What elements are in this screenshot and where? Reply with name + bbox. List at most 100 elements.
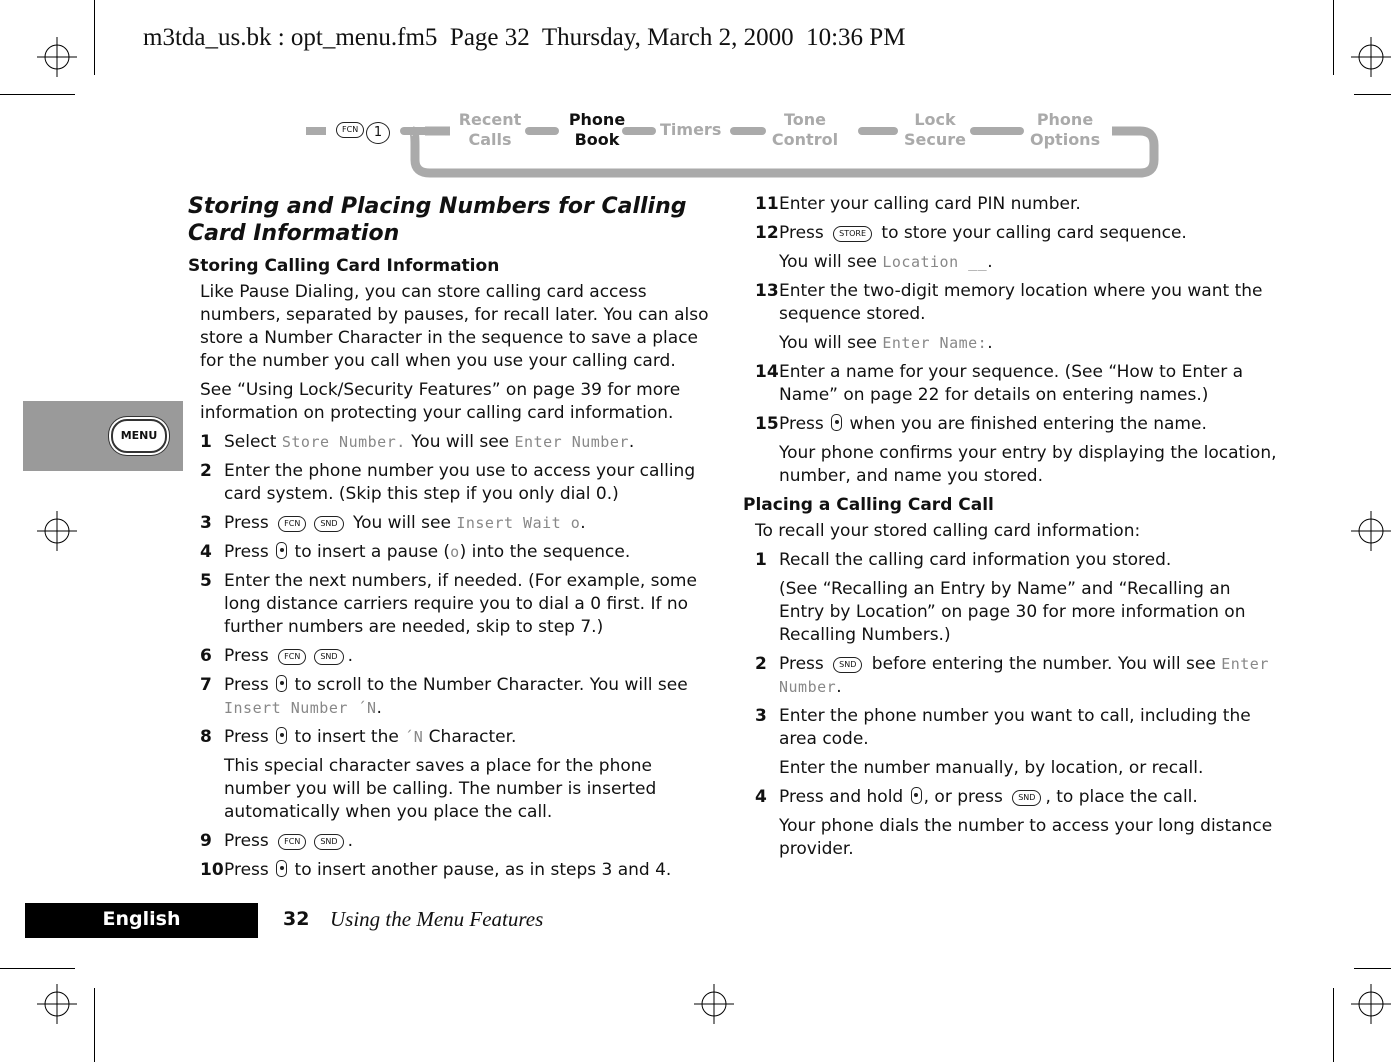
text: Press bbox=[224, 646, 275, 666]
chapter-title: Using the Menu Features bbox=[330, 907, 544, 931]
text: Press and hold bbox=[779, 787, 909, 807]
text: when you are finished entering the name. bbox=[844, 414, 1207, 434]
step-item: 14 Enter a name for your sequence. (See “… bbox=[743, 361, 1278, 407]
snd-key-icon: SND bbox=[314, 834, 344, 850]
step-item: 7 Press to scroll to the Number Character… bbox=[188, 674, 720, 720]
crop-line bbox=[1333, 988, 1334, 1062]
step-number: 14 bbox=[755, 362, 779, 382]
step-item: 4 Press to insert a pause (o) into the se… bbox=[188, 541, 720, 564]
text: to scroll to the Number Character. You w… bbox=[289, 675, 688, 695]
text: to insert another pause, as in steps 3 a… bbox=[289, 860, 672, 880]
text: . bbox=[987, 252, 993, 272]
step-number: 3 bbox=[200, 513, 212, 533]
nav-key-icon bbox=[276, 542, 288, 559]
print-slug: m3tda_us.bk : opt_menu.fm5 Page 32 Thurs… bbox=[143, 24, 906, 51]
step-number: 1 bbox=[200, 432, 212, 452]
registration-mark-icon bbox=[37, 37, 77, 77]
display-text: o bbox=[450, 543, 460, 561]
crop-line bbox=[1333, 0, 1334, 75]
step-item: 2 Press SND before entering the number. Y… bbox=[743, 653, 1278, 699]
step-item: 13 Enter the two-digit memory location wh… bbox=[743, 280, 1278, 326]
intro-paragraph: See “Using Lock/Security Features” on pa… bbox=[200, 380, 681, 423]
nav-key-icon bbox=[276, 860, 288, 877]
step-note: You will see Location __. bbox=[779, 251, 1278, 274]
text: . bbox=[347, 831, 353, 851]
step-number: 5 bbox=[200, 571, 212, 591]
text: Press bbox=[224, 513, 275, 533]
section-heading: Placing a Calling Card Call bbox=[743, 495, 994, 515]
step-number: 12 bbox=[755, 223, 779, 243]
nav-item-recent-calls: Recent Calls bbox=[458, 110, 522, 149]
intro-paragraph: To recall your stored calling card infor… bbox=[755, 521, 1141, 541]
registration-mark-icon bbox=[1351, 511, 1391, 551]
text: Character. bbox=[423, 727, 517, 747]
display-text: Insert Wait o bbox=[456, 514, 581, 532]
section-heading: Storing Calling Card Information bbox=[188, 256, 500, 276]
step-item: 10 Press to insert another pause, as in s… bbox=[188, 859, 720, 882]
display-text: Enter Number bbox=[514, 433, 629, 451]
step-note: (See “Recalling an Entry by Name” and “R… bbox=[779, 579, 1246, 645]
fcn-key-icon: FCN bbox=[336, 122, 365, 138]
text: , or press bbox=[923, 787, 1009, 807]
text: . bbox=[836, 677, 842, 697]
display-text: Enter Name: bbox=[882, 334, 988, 352]
intro-paragraph: Like Pause Dialing, you can store callin… bbox=[200, 282, 709, 371]
text: to insert the bbox=[289, 727, 405, 747]
registration-mark-icon bbox=[1351, 984, 1391, 1024]
step-item: 4 Press and hold , or press SND, to place… bbox=[743, 786, 1278, 809]
nav-item-phone-book: Phone Book bbox=[568, 110, 626, 149]
display-text: Insert Number ´N bbox=[224, 699, 377, 717]
snd-key-icon: SND bbox=[833, 657, 863, 673]
display-text: Location __ bbox=[882, 253, 988, 271]
step-number: 6 bbox=[200, 646, 212, 666]
text: Press bbox=[224, 542, 275, 562]
step-number: 11 bbox=[755, 194, 779, 214]
nav-item-timers: Timers bbox=[660, 120, 722, 139]
text: Press bbox=[224, 675, 275, 695]
step-item: 11 Enter your calling card PIN number. bbox=[743, 193, 1278, 216]
step-number: 10 bbox=[200, 860, 224, 880]
step-number: 7 bbox=[200, 675, 212, 695]
nav-key-icon bbox=[276, 727, 288, 744]
text: Enter a name for your sequence. (See “Ho… bbox=[779, 362, 1244, 405]
menu-key-icon: MENU bbox=[111, 419, 167, 453]
text: You will see bbox=[779, 333, 883, 353]
text: Press bbox=[779, 223, 830, 243]
crop-line bbox=[1354, 94, 1391, 95]
text: Enter the phone number you want to call,… bbox=[779, 706, 1251, 749]
text: Enter your calling card PIN number. bbox=[779, 194, 1081, 214]
text: . bbox=[580, 513, 586, 533]
text: . bbox=[347, 646, 353, 666]
step-item: 3 Press FCN SND You will see Insert Wait o… bbox=[188, 512, 720, 535]
text: You will see bbox=[405, 432, 515, 452]
store-key-icon: STORE bbox=[833, 226, 873, 242]
snd-key-icon: SND bbox=[314, 516, 344, 532]
step-item: 9 Press FCN SND. bbox=[188, 830, 720, 853]
step-number: 4 bbox=[200, 542, 212, 562]
registration-mark-icon bbox=[694, 984, 734, 1024]
right-column: 11 Enter your calling card PIN number. 12 P… bbox=[743, 193, 1278, 867]
crop-line bbox=[0, 94, 75, 95]
text: You will see bbox=[779, 252, 883, 272]
text: Press bbox=[779, 654, 830, 674]
text: . bbox=[376, 698, 382, 718]
page-number: 32 bbox=[283, 908, 310, 930]
step-item: 2 Enter the phone number you use to acces… bbox=[188, 460, 720, 506]
text: You will see bbox=[347, 513, 457, 533]
step-item: 8 Press to insert the ´N Character. bbox=[188, 726, 720, 749]
text: Press bbox=[224, 860, 275, 880]
registration-mark-icon bbox=[37, 511, 77, 551]
nav-item-phone-options: Phone Options bbox=[1030, 110, 1101, 149]
text: before entering the number. You will see bbox=[866, 654, 1222, 674]
left-column: Storing and Placing Numbers for Calling … bbox=[188, 193, 720, 888]
step-note: You will see Enter Name:. bbox=[779, 332, 1278, 355]
step-item: 6 Press FCN SND. bbox=[188, 645, 720, 668]
text: Recall the calling card information you … bbox=[779, 550, 1172, 570]
step-number: 13 bbox=[755, 281, 779, 301]
step-item: 1 Recall the calling card information you… bbox=[743, 549, 1278, 572]
snd-key-icon: SND bbox=[314, 649, 344, 665]
nav-key-icon bbox=[831, 414, 843, 431]
text: . bbox=[628, 432, 635, 452]
snd-key-icon: SND bbox=[1012, 790, 1042, 806]
step-number: 4 bbox=[755, 787, 767, 807]
